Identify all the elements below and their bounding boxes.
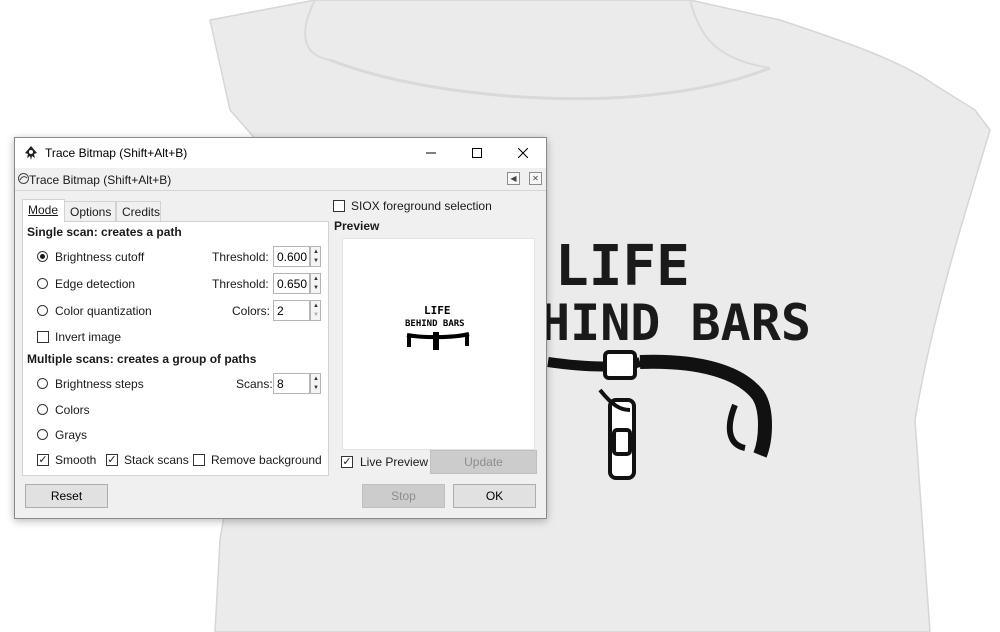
dock-title: Trace Bitmap (Shift+Alt+B) — [29, 173, 172, 187]
brightness-threshold-label: Threshold: — [212, 250, 269, 264]
colors-label: Colors — [55, 403, 90, 417]
edge-detection-radio[interactable] — [37, 278, 48, 289]
arrow-down-icon[interactable]: ▼ — [313, 312, 319, 318]
color-quantization-label: Color quantization — [55, 304, 152, 318]
preview-thumbnail: LIFE BEHIND BARS — [405, 304, 470, 350]
dock-header: Trace Bitmap (Shift+Alt+B) ◀ ✕ — [15, 169, 546, 191]
minimize-icon — [426, 152, 436, 154]
remove-background-label: Remove background — [211, 453, 322, 467]
brightness-threshold-value: 0.600 — [277, 250, 308, 264]
preview-text-line1: LIFE — [424, 304, 451, 317]
checkmark-icon: ✓ — [38, 454, 48, 466]
arrow-up-icon[interactable]: ▲ — [313, 276, 319, 282]
reset-button[interactable]: Reset — [25, 484, 108, 508]
preview-pane: LIFE BEHIND BARS — [342, 238, 535, 450]
preview-heading: Preview — [334, 219, 380, 233]
edge-threshold-spinner[interactable]: 0.650 ▲ ▼ — [273, 273, 321, 294]
spinner-arrows[interactable]: ▲ ▼ — [310, 300, 321, 321]
update-button[interactable]: Update — [430, 450, 537, 474]
close-icon: ✕ — [532, 174, 539, 183]
edge-threshold-label: Threshold: — [212, 277, 269, 291]
siox-label: SIOX foreground selection — [351, 199, 492, 213]
arrow-up-icon[interactable]: ▲ — [313, 303, 319, 309]
invert-image-checkbox[interactable] — [37, 331, 49, 343]
ok-button[interactable]: OK — [453, 484, 536, 508]
smooth-checkbox[interactable]: ✓ — [37, 454, 49, 466]
title-bar[interactable]: Trace Bitmap (Shift+Alt+B) — [15, 138, 546, 168]
shirt-text-line1: LIFE — [555, 234, 690, 299]
colors-spinner[interactable]: 2 ▲ ▼ — [273, 300, 321, 321]
brightness-threshold-spinner[interactable]: 0.600 ▲ ▼ — [273, 246, 321, 267]
maximize-icon — [472, 148, 482, 158]
invert-image-label: Invert image — [55, 330, 122, 344]
arrow-up-icon[interactable]: ▲ — [313, 376, 319, 382]
grays-label: Grays — [55, 428, 88, 442]
stop-button[interactable]: Stop — [362, 484, 445, 508]
remove-background-checkbox[interactable] — [193, 454, 205, 466]
brightness-cutoff-radio[interactable] — [37, 251, 48, 262]
arrow-up-icon[interactable]: ▲ — [313, 249, 319, 255]
arrow-down-icon[interactable]: ▼ — [313, 258, 319, 264]
shirt-text-line2: HIND BARS — [540, 294, 811, 352]
scans-value: 8 — [277, 377, 284, 391]
trace-bitmap-dialog: Trace Bitmap (Shift+Alt+B) Trace Bitmap … — [14, 137, 547, 519]
iconify-dock-button[interactable]: ◀ — [507, 172, 520, 185]
tab-credits-label: Credits — [122, 205, 161, 219]
close-dock-button[interactable]: ✕ — [529, 172, 542, 185]
arrow-left-icon: ◀ — [510, 174, 517, 183]
siox-checkbox[interactable] — [333, 200, 345, 212]
tab-credits[interactable]: Credits — [116, 201, 161, 222]
tab-options-label: Options — [70, 205, 112, 219]
arrow-down-icon[interactable]: ▼ — [313, 285, 319, 291]
close-button[interactable] — [500, 138, 546, 168]
colors-value: 2 — [277, 304, 284, 318]
single-scan-heading: Single scan: creates a path — [27, 225, 182, 239]
maximize-button[interactable] — [454, 138, 500, 168]
brightness-steps-radio[interactable] — [37, 378, 48, 389]
close-icon — [518, 148, 528, 158]
colors-count-label: Colors: — [232, 304, 271, 318]
window-title: Trace Bitmap (Shift+Alt+B) — [45, 146, 188, 160]
edge-threshold-value: 0.650 — [277, 277, 308, 291]
live-preview-label: Live Preview — [360, 455, 429, 469]
spinner-arrows[interactable]: ▲ ▼ — [310, 246, 321, 267]
scans-label: Scans: — [236, 377, 273, 391]
edge-detection-label: Edge detection — [55, 277, 136, 291]
multiple-scans-heading: Multiple scans: creates a group of paths — [27, 352, 257, 366]
brightness-steps-label: Brightness steps — [55, 377, 144, 391]
color-quantization-radio[interactable] — [37, 305, 48, 316]
checkmark-icon: ✓ — [107, 454, 117, 466]
live-preview-checkbox[interactable]: ✓ — [341, 456, 353, 468]
tab-mode-label: Mode — [28, 203, 59, 217]
checkmark-icon: ✓ — [342, 456, 352, 468]
smooth-label: Smooth — [55, 453, 97, 467]
preview-text-line2: BEHIND BARS — [405, 319, 465, 329]
grays-radio[interactable] — [37, 429, 48, 440]
tab-options[interactable]: Options — [64, 201, 116, 222]
tab-mode[interactable]: Mode — [22, 199, 65, 222]
spinner-arrows[interactable]: ▲ ▼ — [310, 273, 321, 294]
spinner-arrows[interactable]: ▲ ▼ — [310, 373, 321, 394]
brightness-cutoff-label: Brightness cutoff — [55, 250, 145, 264]
scans-spinner[interactable]: 8 ▲ ▼ — [273, 373, 321, 394]
colors-radio[interactable] — [37, 404, 48, 415]
arrow-down-icon[interactable]: ▼ — [313, 385, 319, 391]
minimize-button[interactable] — [408, 138, 454, 168]
stack-scans-label: Stack scans — [124, 453, 189, 467]
inkscape-logo-icon — [25, 146, 37, 160]
stack-scans-checkbox[interactable]: ✓ — [106, 454, 118, 466]
